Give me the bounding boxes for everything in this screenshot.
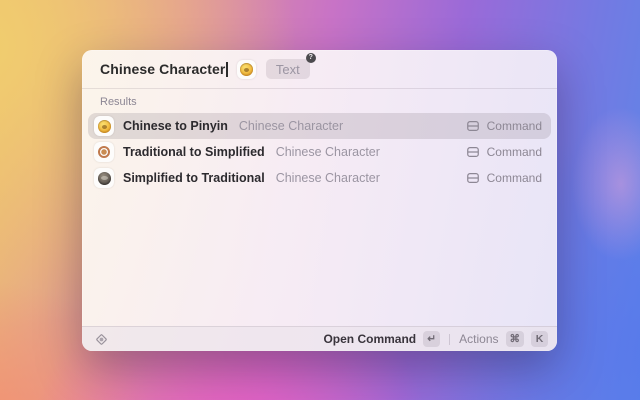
result-row-chinese-to-pinyin[interactable]: Chinese to Pinyin Chinese Character Comm…	[88, 113, 551, 139]
search-bar[interactable]: Chinese Character Text ?	[82, 50, 557, 88]
gold-circle-extension-icon	[94, 116, 114, 136]
result-subtitle: Chinese Character	[238, 119, 344, 133]
command-type-icon	[466, 145, 480, 159]
search-input[interactable]: Chinese Character	[100, 61, 225, 77]
results-list: Results Chinese to Pinyin Chinese Charac…	[82, 89, 557, 326]
footer-separator	[449, 333, 451, 345]
argument-tag-text[interactable]: Text	[265, 59, 310, 79]
raycast-window: Chinese Character Text ? Results Chinese…	[82, 50, 557, 351]
result-title: Traditional to Simplified	[123, 145, 265, 159]
result-subtitle: Chinese Character	[275, 171, 380, 185]
orange-ring-icon	[98, 146, 110, 158]
result-type-label: Command	[486, 145, 542, 159]
argument-tag-wrap: Text ?	[265, 53, 316, 79]
command-type-icon	[466, 119, 480, 133]
return-key-icon: ↵	[423, 331, 441, 347]
result-row-simplified-to-traditional[interactable]: Simplified to Traditional Chinese Charac…	[88, 165, 551, 191]
dark-stamp-icon	[97, 171, 111, 185]
gold-circle-icon	[239, 62, 253, 76]
desktop-wallpaper: Chinese Character Text ? Results Chinese…	[0, 0, 640, 400]
result-type-label: Command	[486, 171, 542, 185]
raycast-logo-icon	[94, 332, 109, 347]
actions-button[interactable]: Actions	[459, 332, 498, 346]
result-title: Simplified to Traditional	[123, 171, 265, 185]
result-subtitle: Chinese Character	[275, 145, 380, 159]
result-title: Chinese to Pinyin	[123, 119, 228, 133]
text-cursor	[226, 61, 228, 77]
dark-stamp-extension-icon	[94, 168, 114, 188]
command-type-icon	[466, 171, 480, 185]
open-command-button[interactable]: Open Command	[323, 332, 416, 346]
footer-actions-group: Open Command ↵ Actions ⌘ K	[323, 331, 548, 347]
result-type-label: Command	[486, 119, 542, 133]
footer-bar: Open Command ↵ Actions ⌘ K	[82, 326, 557, 351]
cmd-key-icon: ⌘	[505, 331, 524, 347]
results-section-header: Results	[100, 96, 137, 108]
k-key-icon: K	[531, 331, 548, 347]
orange-ring-extension-icon	[94, 142, 114, 162]
result-row-traditional-to-simplified[interactable]: Traditional to Simplified Chinese Charac…	[88, 139, 551, 165]
chinese-character-extension-icon	[236, 59, 256, 79]
help-badge-icon: ?	[305, 53, 316, 63]
gold-circle-icon	[97, 119, 111, 133]
